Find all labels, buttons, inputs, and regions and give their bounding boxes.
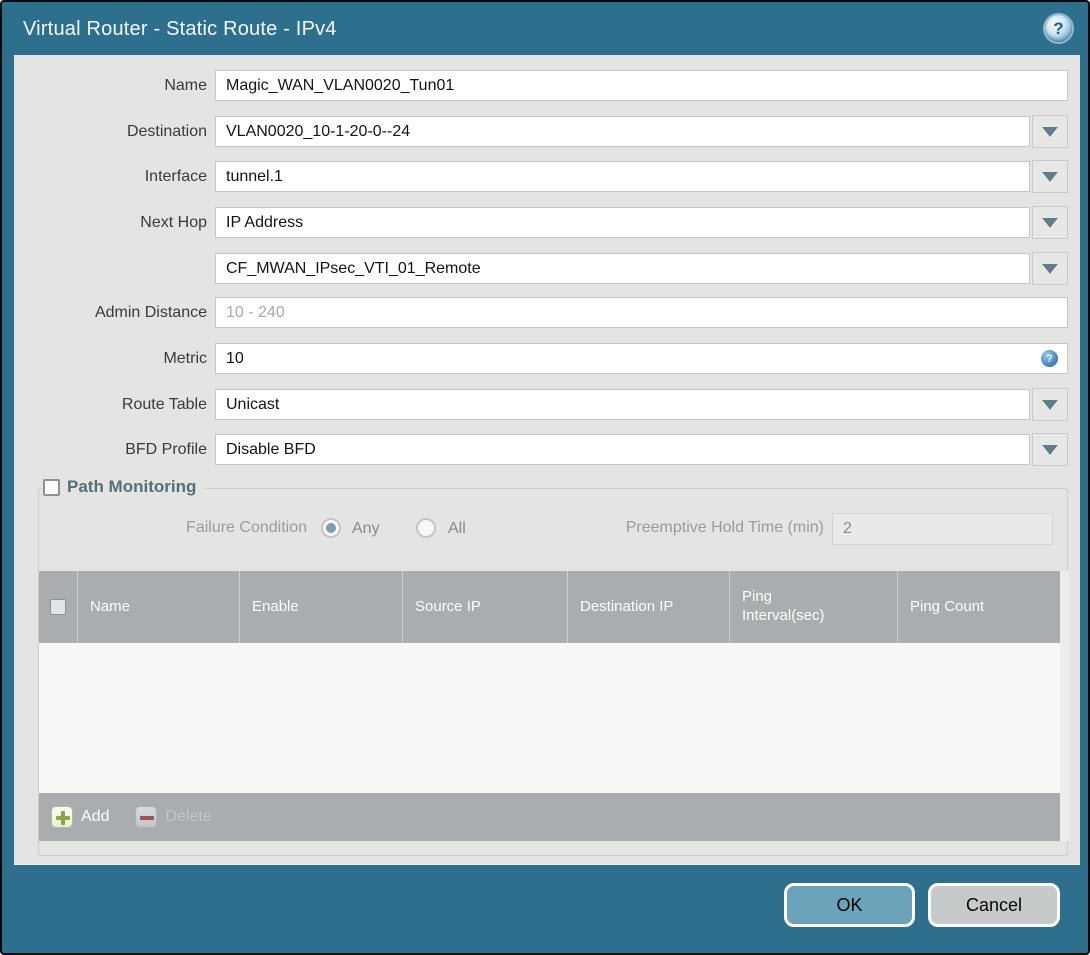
add-button-label: Add xyxy=(81,808,110,825)
path-monitoring-checkbox[interactable] xyxy=(43,478,60,496)
table-header-select xyxy=(39,571,77,643)
table-header-enable: Enable xyxy=(239,571,402,643)
chevron-down-icon xyxy=(1042,444,1058,455)
metric-row: Metric ? xyxy=(14,343,1068,374)
preemptive-hold-time-label: Preemptive Hold Time (min) xyxy=(625,519,824,536)
route-table-dropdown-button[interactable] xyxy=(1032,388,1068,421)
path-monitoring-group: Path Monitoring Failure Condition Any Al… xyxy=(38,477,1069,856)
interface-input[interactable] xyxy=(215,161,1030,192)
table-header-ping-count: Ping Count xyxy=(897,571,1060,643)
cancel-button[interactable]: Cancel xyxy=(928,883,1060,927)
admin-distance-row: Admin Distance xyxy=(14,297,1068,328)
admin-distance-label: Admin Distance xyxy=(94,304,207,321)
failure-condition-row: Failure Condition Any All Preemptive Hol… xyxy=(39,513,1067,547)
delete-button-label: Delete xyxy=(165,808,212,825)
chevron-down-icon xyxy=(1042,217,1058,228)
table-header-destination-ip: Destination IP xyxy=(567,571,729,643)
destination-label: Destination xyxy=(126,123,207,140)
metric-label: Metric xyxy=(163,350,207,367)
name-input[interactable] xyxy=(215,70,1068,101)
chevron-down-icon xyxy=(1042,399,1058,410)
name-row: Name xyxy=(14,70,1068,101)
add-button[interactable]: Add xyxy=(51,806,109,828)
bfd-profile-label: BFD Profile xyxy=(125,441,207,458)
interface-label: Interface xyxy=(144,168,207,185)
destination-row: Destination xyxy=(14,115,1068,148)
metric-input[interactable] xyxy=(215,343,1068,374)
route-table-label: Route Table xyxy=(121,396,207,413)
dialog-window: Virtual Router - Static Route - IPv4 ? N… xyxy=(0,0,1090,955)
preemptive-hold-time-input[interactable] xyxy=(832,513,1053,545)
name-label: Name xyxy=(164,77,207,94)
ok-button[interactable]: OK xyxy=(784,883,915,927)
interface-row: Interface xyxy=(14,160,1068,193)
table-header-source-ip: Source IP xyxy=(402,571,567,643)
bfd-profile-select[interactable] xyxy=(215,434,1030,465)
route-table-select[interactable] xyxy=(215,389,1030,420)
next-hop-address-input[interactable] xyxy=(215,253,1030,284)
failure-condition-any-radio[interactable] xyxy=(321,518,341,538)
next-hop-label: Next Hop xyxy=(140,214,207,231)
destination-input[interactable] xyxy=(215,116,1030,147)
bfd-profile-dropdown-button[interactable] xyxy=(1032,433,1068,466)
delete-button[interactable]: Delete xyxy=(135,806,212,828)
bfd-profile-row: BFD Profile xyxy=(14,433,1068,466)
dialog-title: Virtual Router - Static Route - IPv4 xyxy=(23,18,337,40)
table-body-empty xyxy=(39,643,1060,793)
next-hop-address-row xyxy=(14,252,1068,285)
admin-distance-input[interactable] xyxy=(215,297,1068,328)
interface-dropdown-button[interactable] xyxy=(1032,160,1068,193)
next-hop-dropdown-button[interactable] xyxy=(1032,206,1068,239)
chevron-down-icon xyxy=(1042,126,1058,137)
next-hop-address-dropdown-button[interactable] xyxy=(1032,252,1068,285)
chevron-down-icon xyxy=(1042,171,1058,182)
route-table-row: Route Table xyxy=(14,388,1068,421)
failure-condition-all-label: All xyxy=(448,520,466,537)
dialog-body: Name Destination Interface Next Hop xyxy=(14,55,1080,865)
next-hop-row: Next Hop xyxy=(14,206,1068,239)
select-all-checkbox[interactable] xyxy=(50,599,66,615)
table-header-row: Name Enable Source IP Destination IP Pin… xyxy=(39,571,1060,643)
help-icon[interactable]: ? xyxy=(1045,15,1072,42)
next-hop-select[interactable] xyxy=(215,207,1030,238)
path-monitoring-title: Path Monitoring xyxy=(67,477,197,496)
table-header-ping-interval: Ping Interval(sec) xyxy=(729,571,897,643)
delete-icon xyxy=(135,806,158,828)
dialog-titlebar: Virtual Router - Static Route - IPv4 ? xyxy=(2,2,1088,55)
path-monitoring-table: Name Enable Source IP Destination IP Pin… xyxy=(39,571,1069,841)
metric-info-icon[interactable]: ? xyxy=(1041,350,1058,367)
chevron-down-icon xyxy=(1042,263,1058,274)
failure-condition-any-label: Any xyxy=(352,520,380,537)
table-footer: Add Delete xyxy=(39,793,1060,841)
destination-dropdown-button[interactable] xyxy=(1032,115,1068,148)
failure-condition-label: Failure Condition xyxy=(186,519,307,536)
table-header-name: Name xyxy=(77,571,239,643)
failure-condition-all-radio[interactable] xyxy=(416,518,436,538)
add-icon xyxy=(51,806,73,828)
